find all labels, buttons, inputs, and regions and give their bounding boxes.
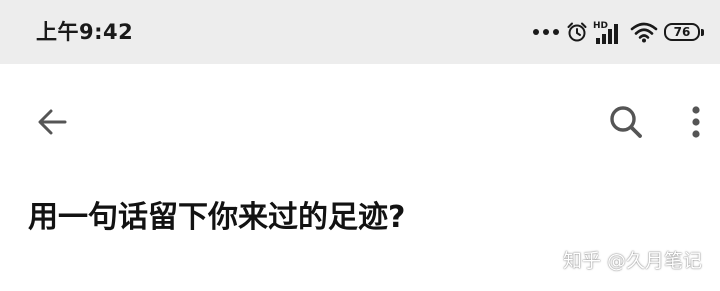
search-button[interactable] — [604, 100, 648, 144]
signal-icon: HD — [593, 21, 618, 44]
back-arrow-icon — [38, 109, 67, 135]
search-icon — [610, 106, 642, 138]
battery-icon: 76 — [664, 21, 706, 43]
more-options-button[interactable] — [676, 100, 716, 144]
app-bar — [0, 64, 720, 174]
status-icons: HD 76 — [532, 0, 706, 64]
watermark: 知乎 @久月笔记 — [562, 250, 702, 272]
status-bar: 上午9:42 HD 76 — [0, 0, 720, 64]
battery-level: 76 — [664, 23, 700, 41]
alarm-icon — [567, 22, 587, 42]
more-dots-icon — [533, 29, 559, 35]
battery-tip — [701, 28, 704, 36]
network-label: HD — [593, 21, 608, 31]
status-time: 上午9:42 — [36, 20, 134, 44]
back-button[interactable] — [30, 100, 74, 144]
question-title: 用一句话留下你来过的足迹? — [28, 200, 406, 235]
more-vertical-icon — [692, 106, 700, 138]
wifi-icon — [630, 22, 658, 43]
